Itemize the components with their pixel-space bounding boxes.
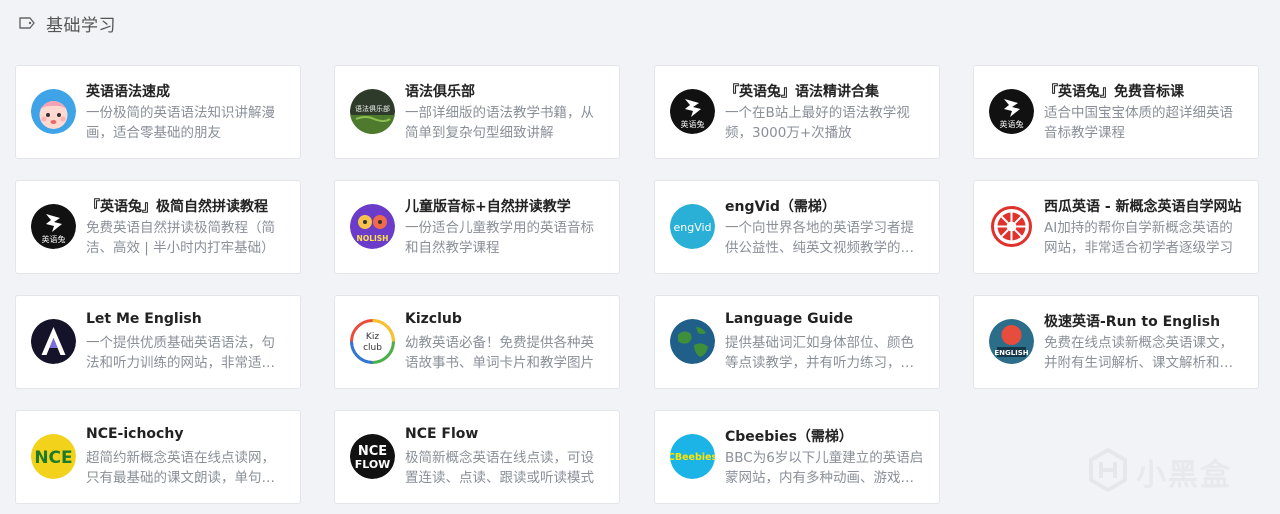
grammar-club-logo-text: 语法俱乐部 <box>355 104 390 113</box>
resource-name: 『英语兔』语法精讲合集 <box>725 84 879 100</box>
resource-card[interactable]: engVid engVid（需梯） 一个向世界各地的英语学习者提供公益性、纯英文… <box>654 180 940 274</box>
resource-desc: 一个在B站上最好的语法教学视频，3000万+次播放 <box>725 105 910 141</box>
resource-desc: 极简新概念英语在线点读，可设置连读、点读、跟读或听读模式 <box>405 450 594 486</box>
globe-logo <box>670 319 715 364</box>
resource-desc: 免费在线点读新概念英语课文，并附有生词解析、课文解析和翻译 <box>1044 335 1233 371</box>
nce-ichochy-logo-text: NCE <box>34 448 72 468</box>
resource-card[interactable]: NCE NCE-ichochy 超简约新概念英语在线点读网，只有最基础的课文朗读… <box>15 410 301 504</box>
resource-name: 西瓜英语 - 新概念英语自学网站 <box>1044 199 1242 215</box>
resource-name: Let Me English <box>86 311 202 327</box>
cbeebies-logo: CBeebies <box>670 434 715 479</box>
resource-card[interactable]: NOLISH 儿童版音标+自然拼读教学 一份适合儿童教学用的英语音标和自然教学课… <box>334 180 620 274</box>
resource-card[interactable]: 英语兔 『英语兔』极简自然拼读教程 免费英语自然拼读极简教程（简洁、高效 | 半… <box>15 180 301 274</box>
resource-desc: 一份极简的英语语法知识讲解漫画，适合零基础的朋友 <box>86 105 275 141</box>
resource-card[interactable]: 语法俱乐部 语法俱乐部 一部详细版的语法教学书籍，从简单到复杂句型细致讲解 <box>334 65 620 159</box>
watermark: 小黑盒 <box>1088 447 1232 496</box>
watermark-text: 小黑盒 <box>1136 458 1232 493</box>
resource-card[interactable]: ENGLISH 极速英语-Run to English 免费在线点读新概念英语课… <box>973 295 1259 389</box>
resource-desc: 免费英语自然拼读极简教程（简洁、高效 | 半小时内打牢基础） <box>86 220 275 256</box>
resource-card[interactable]: 英语兔 『英语兔』免费音标课 适合中国宝宝体质的超详细英语音标教学课程 <box>973 65 1259 159</box>
resource-desc: 一个提供优质基础英语语法，句法和听力训练的网站，非常适合入门 <box>86 335 275 371</box>
kids-phonics-logo-text: NOLISH <box>357 234 389 243</box>
heybox-logo-icon <box>1088 447 1128 496</box>
resource-name: Kizclub <box>405 311 462 327</box>
nce-ichochy-logo: NCE <box>31 434 76 479</box>
engvid-logo-text: engVid <box>673 221 711 234</box>
tag-icon <box>18 14 36 32</box>
svg-text:club: club <box>363 343 382 353</box>
resource-card[interactable]: 英语语法速成 一份极简的英语语法知识讲解漫画，适合零基础的朋友 <box>15 65 301 159</box>
resource-name: NCE Flow <box>405 426 479 442</box>
resource-desc: 提供基础词汇如身体部位、颜色等点读教学，并有听力练习，适合入门 <box>725 335 914 371</box>
svg-text:FLOW: FLOW <box>355 458 391 471</box>
resource-name: engVid（需梯） <box>725 199 836 215</box>
rabbit-logo-text: 英语兔 <box>681 119 705 129</box>
kids-phonics-logo: NOLISH <box>350 204 395 249</box>
english-rabbit-logo: 英语兔 <box>989 89 1034 134</box>
svg-text:Kiz: Kiz <box>366 332 379 342</box>
resource-name: 儿童版音标+自然拼读教学 <box>405 199 571 215</box>
resource-name: 『英语兔』免费音标课 <box>1044 84 1184 100</box>
resource-name: Cbeebies（需梯） <box>725 429 853 445</box>
english-rabbit-logo: 英语兔 <box>31 204 76 249</box>
resource-card[interactable]: Language Guide 提供基础词汇如身体部位、颜色等点读教学，并有听力练… <box>654 295 940 389</box>
kizclub-logo: Kiz club <box>350 319 395 364</box>
section-header: 基础学习 <box>18 10 116 36</box>
section-title: 基础学习 <box>46 15 116 36</box>
resource-desc: AI加持的帮你自学新概念英语的网站，非常适合初学者逐级学习 <box>1044 220 1233 256</box>
resource-card[interactable]: Let Me English 一个提供优质基础英语语法，句法和听力训练的网站，非… <box>15 295 301 389</box>
svg-text:NCE: NCE <box>358 444 387 459</box>
resource-desc: 适合中国宝宝体质的超详细英语音标教学课程 <box>1044 105 1233 141</box>
resource-card[interactable]: NCE FLOW NCE Flow 极简新概念英语在线点读，可设置连读、点读、跟读… <box>334 410 620 504</box>
rabbit-logo-text: 英语兔 <box>42 234 66 244</box>
run-to-english-logo: ENGLISH <box>989 319 1034 364</box>
rabbit-logo-text: 英语兔 <box>1000 119 1024 129</box>
resource-desc: 一部详细版的语法教学书籍，从简单到复杂句型细致讲解 <box>405 105 594 141</box>
resource-name: 英语语法速成 <box>86 84 170 100</box>
nce-flow-logo: NCE FLOW <box>350 434 395 479</box>
resource-desc: 一份适合儿童教学用的英语音标和自然教学课程 <box>405 220 594 256</box>
let-me-english-logo <box>31 319 76 364</box>
cartoon-baby-logo <box>31 89 76 134</box>
resource-desc: 超简约新概念英语在线点读网，只有最基础的课文朗读，单句复读 <box>86 450 275 486</box>
cbeebies-logo-text: CBeebies <box>670 452 715 463</box>
resource-name: NCE-ichochy <box>86 426 184 442</box>
resource-card[interactable]: CBeebies Cbeebies（需梯） BBC为6岁以下儿童建立的英语启蒙网… <box>654 410 940 504</box>
resource-name: Language Guide <box>725 311 853 327</box>
english-rabbit-logo: 英语兔 <box>670 89 715 134</box>
resource-name: 『英语兔』极简自然拼读教程 <box>86 199 268 215</box>
resource-card[interactable]: 西瓜英语 - 新概念英语自学网站 AI加持的帮你自学新概念英语的网站，非常适合初… <box>973 180 1259 274</box>
resource-desc: 一个向世界各地的英语学习者提供公益性、纯英文视频教学的网站 <box>725 220 914 256</box>
resource-card[interactable]: 英语兔 『英语兔』语法精讲合集 一个在B站上最好的语法教学视频，3000万+次播… <box>654 65 940 159</box>
resource-desc: 幼教英语必备！免费提供各种英语故事书、单词卡片和教学图片 <box>405 335 594 371</box>
resource-name: 语法俱乐部 <box>405 84 475 100</box>
resource-desc: BBC为6岁以下儿童建立的英语启蒙网站，内有多种动画、游戏资源 <box>725 450 924 486</box>
resource-name: 极速英语-Run to English <box>1044 314 1221 330</box>
engvid-logo: engVid <box>670 204 715 249</box>
resource-card[interactable]: Kiz club Kizclub 幼教英语必备！免费提供各种英语故事书、单词卡片和… <box>334 295 620 389</box>
run-to-english-logo-text: ENGLISH <box>994 349 1028 357</box>
grammar-club-logo: 语法俱乐部 <box>350 89 395 134</box>
watermelon-logo <box>989 204 1034 249</box>
